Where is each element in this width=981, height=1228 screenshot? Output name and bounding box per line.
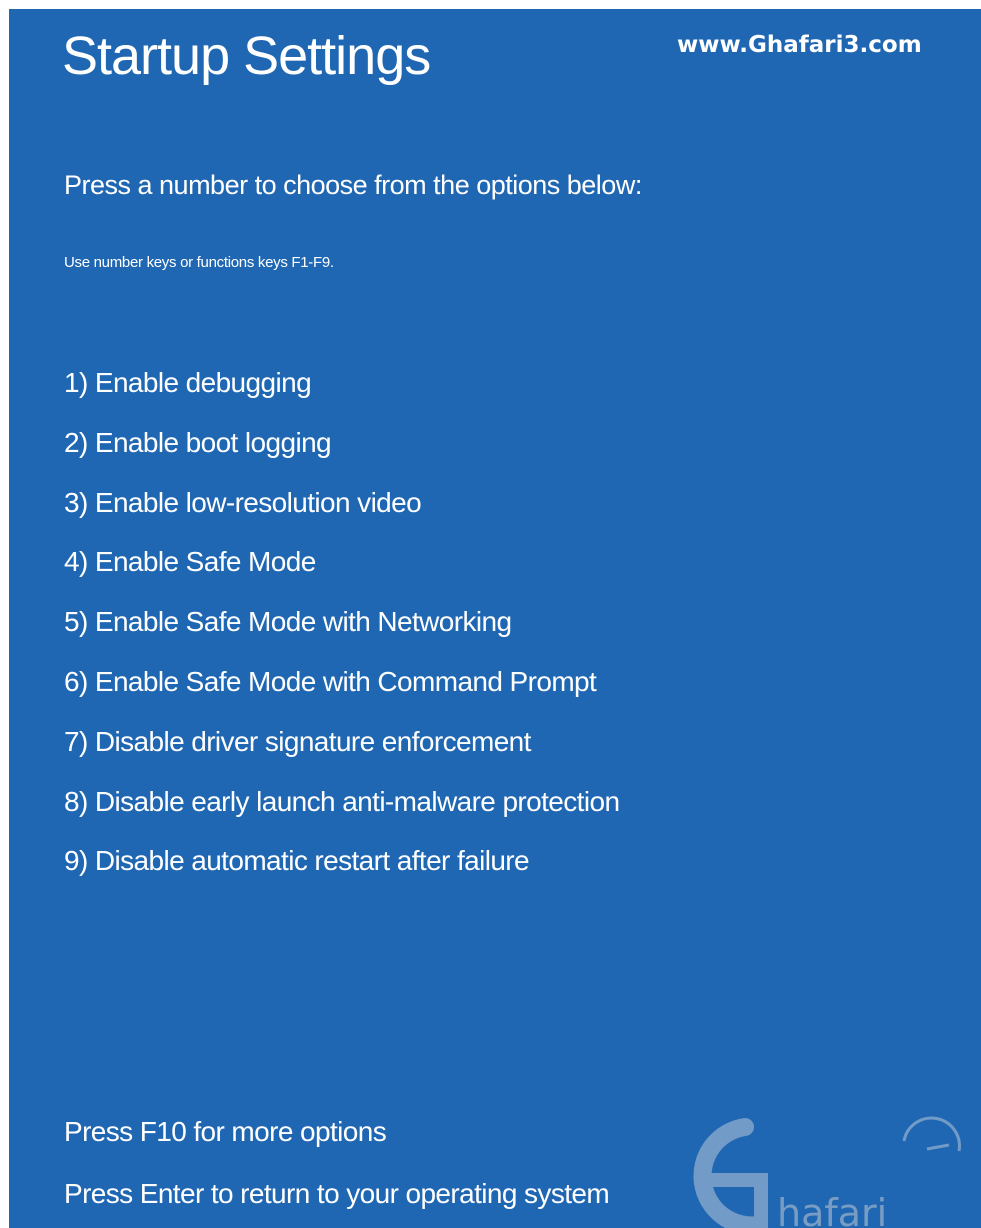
option-safe-mode-networking[interactable]: 5) Enable Safe Mode with Networking — [64, 602, 619, 662]
option-enable-safe-mode[interactable]: 4) Enable Safe Mode — [64, 542, 619, 602]
logo-text: hafari — [777, 1191, 887, 1228]
option-safe-mode-command-prompt[interactable]: 6) Enable Safe Mode with Command Prompt — [64, 662, 619, 722]
option-enable-debugging[interactable]: 1) Enable debugging — [64, 363, 619, 423]
return-to-os-link[interactable]: Press Enter to return to your operating … — [64, 1177, 610, 1211]
startup-settings-screen: Startup Settings www.Ghafari3.com Press … — [9, 9, 981, 1228]
option-disable-auto-restart[interactable]: 9) Disable automatic restart after failu… — [64, 841, 619, 901]
watermark-url: www.Ghafari3.com — [677, 32, 922, 58]
option-disable-elam[interactable]: 8) Disable early launch anti-malware pro… — [64, 782, 620, 842]
ghafari-logo: hafari — [693, 1116, 961, 1228]
option-enable-low-resolution-video[interactable]: 3) Enable low-resolution video — [64, 483, 619, 543]
option-enable-boot-logging[interactable]: 2) Enable boot logging — [64, 423, 619, 483]
startup-options-list: 1) Enable debugging 2) Enable boot loggi… — [64, 363, 620, 901]
option-disable-driver-signature[interactable]: 7) Disable driver signature enforcement — [64, 722, 619, 782]
more-options-link[interactable]: Press F10 for more options — [64, 1115, 387, 1149]
instruction-text: Press a number to choose from the option… — [64, 170, 642, 200]
hint-text: Use number keys or functions keys F1-F9. — [64, 254, 334, 271]
page-title: Startup Settings — [62, 26, 431, 86]
